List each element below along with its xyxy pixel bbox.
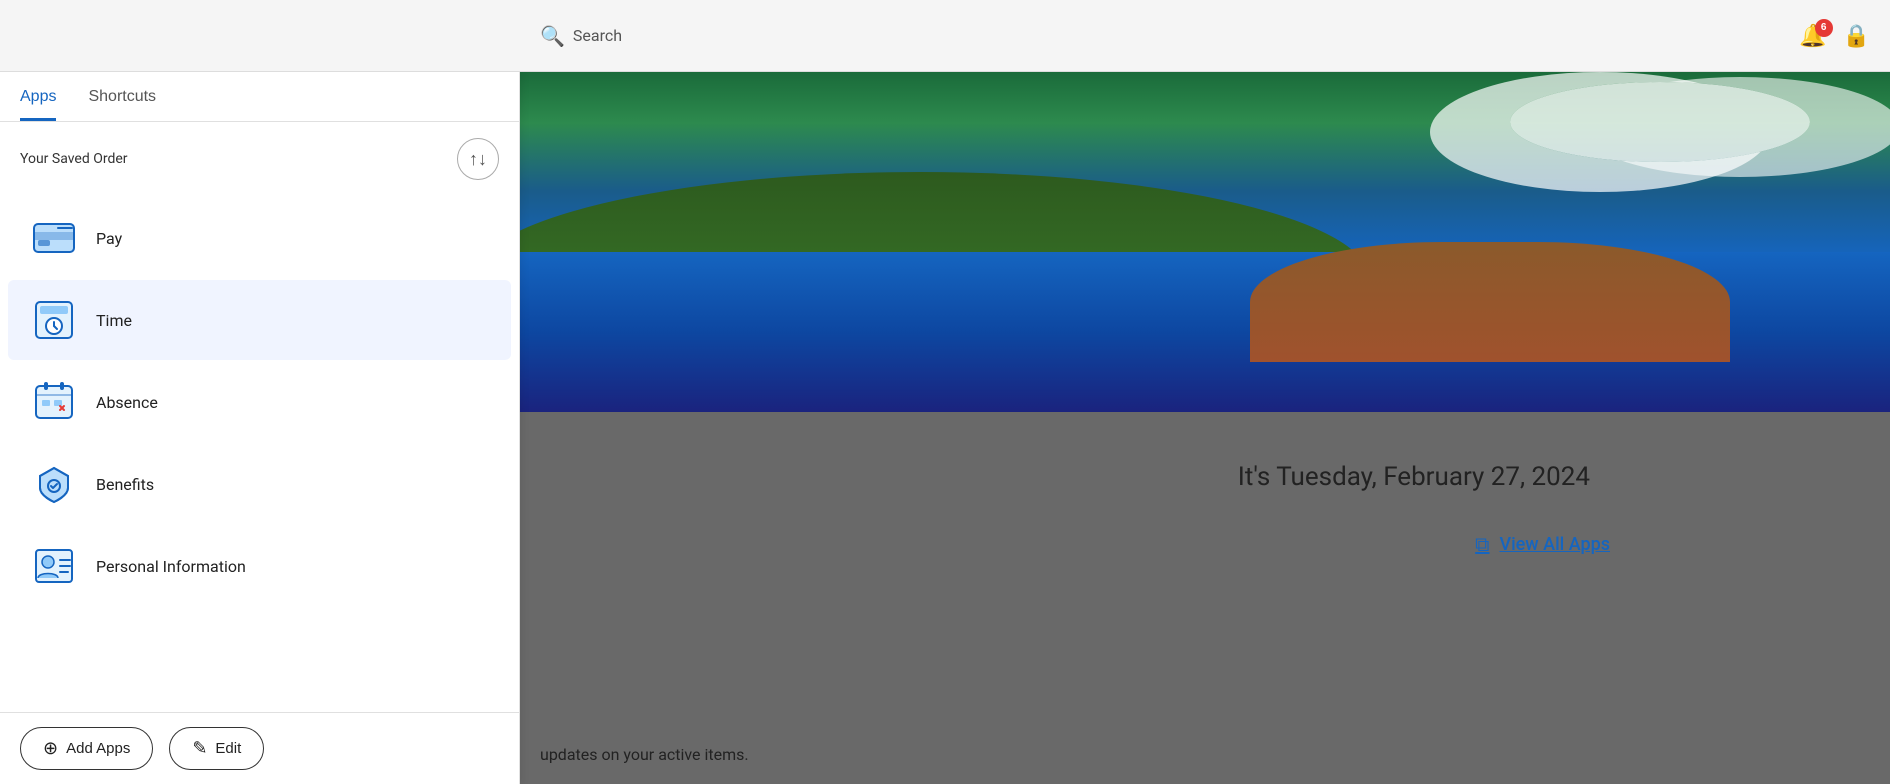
app-item-pay[interactable]: Pay	[8, 198, 511, 278]
tab-shortcuts[interactable]: Shortcuts	[88, 72, 156, 121]
gray-overlay	[520, 412, 1890, 784]
header: 🔍 Search 🔔 6 🔒	[0, 0, 1890, 72]
bottom-actions: ⊕ Add Apps ✎ Edit	[0, 712, 519, 784]
search-area: 🔍 Search	[540, 24, 622, 48]
view-all-apps[interactable]: ⧉ View All Apps	[1475, 532, 1610, 556]
add-apps-button[interactable]: ⊕ Add Apps	[20, 727, 153, 770]
main-area: Apps Shortcuts Your Saved Order ↑↓	[0, 72, 1890, 784]
tabs-container: Apps Shortcuts	[0, 72, 519, 122]
reorder-button[interactable]: ↑↓	[457, 138, 499, 180]
app-item-time[interactable]: Time	[8, 280, 511, 360]
benefits-icon	[28, 458, 80, 510]
left-panel: Apps Shortcuts Your Saved Order ↑↓	[0, 72, 520, 784]
absence-icon	[28, 376, 80, 428]
search-label[interactable]: Search	[573, 26, 622, 45]
date-display: It's Tuesday, February 27, 2024	[1238, 462, 1590, 492]
edit-button[interactable]: ✎ Edit	[169, 727, 264, 770]
add-icon: ⊕	[43, 738, 58, 759]
view-all-apps-label: View All Apps	[1499, 534, 1610, 555]
app-label-time: Time	[96, 311, 132, 330]
lock-button[interactable]: 🔒	[1843, 23, 1870, 49]
updates-text: updates on your active items.	[540, 745, 749, 764]
notification-badge: 6	[1815, 19, 1833, 37]
tab-apps[interactable]: Apps	[20, 72, 56, 121]
clouds	[1510, 82, 1810, 162]
saved-order-header: Your Saved Order ↑↓	[0, 122, 519, 192]
pay-icon	[28, 212, 80, 264]
header-icons: 🔔 6 🔒	[1799, 23, 1870, 49]
app-label-pay: Pay	[96, 229, 122, 248]
apps-list: Pay Time	[0, 192, 519, 712]
water	[520, 252, 1890, 412]
app-item-absence[interactable]: Absence	[8, 362, 511, 442]
personal-info-icon	[28, 540, 80, 592]
app-item-personal-information[interactable]: Personal Information	[8, 526, 511, 606]
app-label-absence: Absence	[96, 393, 158, 412]
notification-button[interactable]: 🔔 6	[1799, 23, 1826, 49]
app-label-personal-information: Personal Information	[96, 557, 246, 576]
edit-label: Edit	[215, 740, 241, 757]
search-icon: 🔍	[540, 24, 565, 48]
edit-icon: ✎	[192, 738, 207, 759]
app-label-benefits: Benefits	[96, 475, 154, 494]
grid-icon: ⧉	[1475, 532, 1489, 556]
right-area: It's Tuesday, February 27, 2024 ⧉ View A…	[520, 72, 1890, 784]
add-apps-label: Add Apps	[66, 740, 130, 757]
hero-image	[520, 72, 1890, 412]
time-icon	[28, 294, 80, 346]
reorder-icon: ↑↓	[469, 149, 487, 170]
saved-order-label: Your Saved Order	[20, 151, 128, 167]
app-item-benefits[interactable]: Benefits	[8, 444, 511, 524]
